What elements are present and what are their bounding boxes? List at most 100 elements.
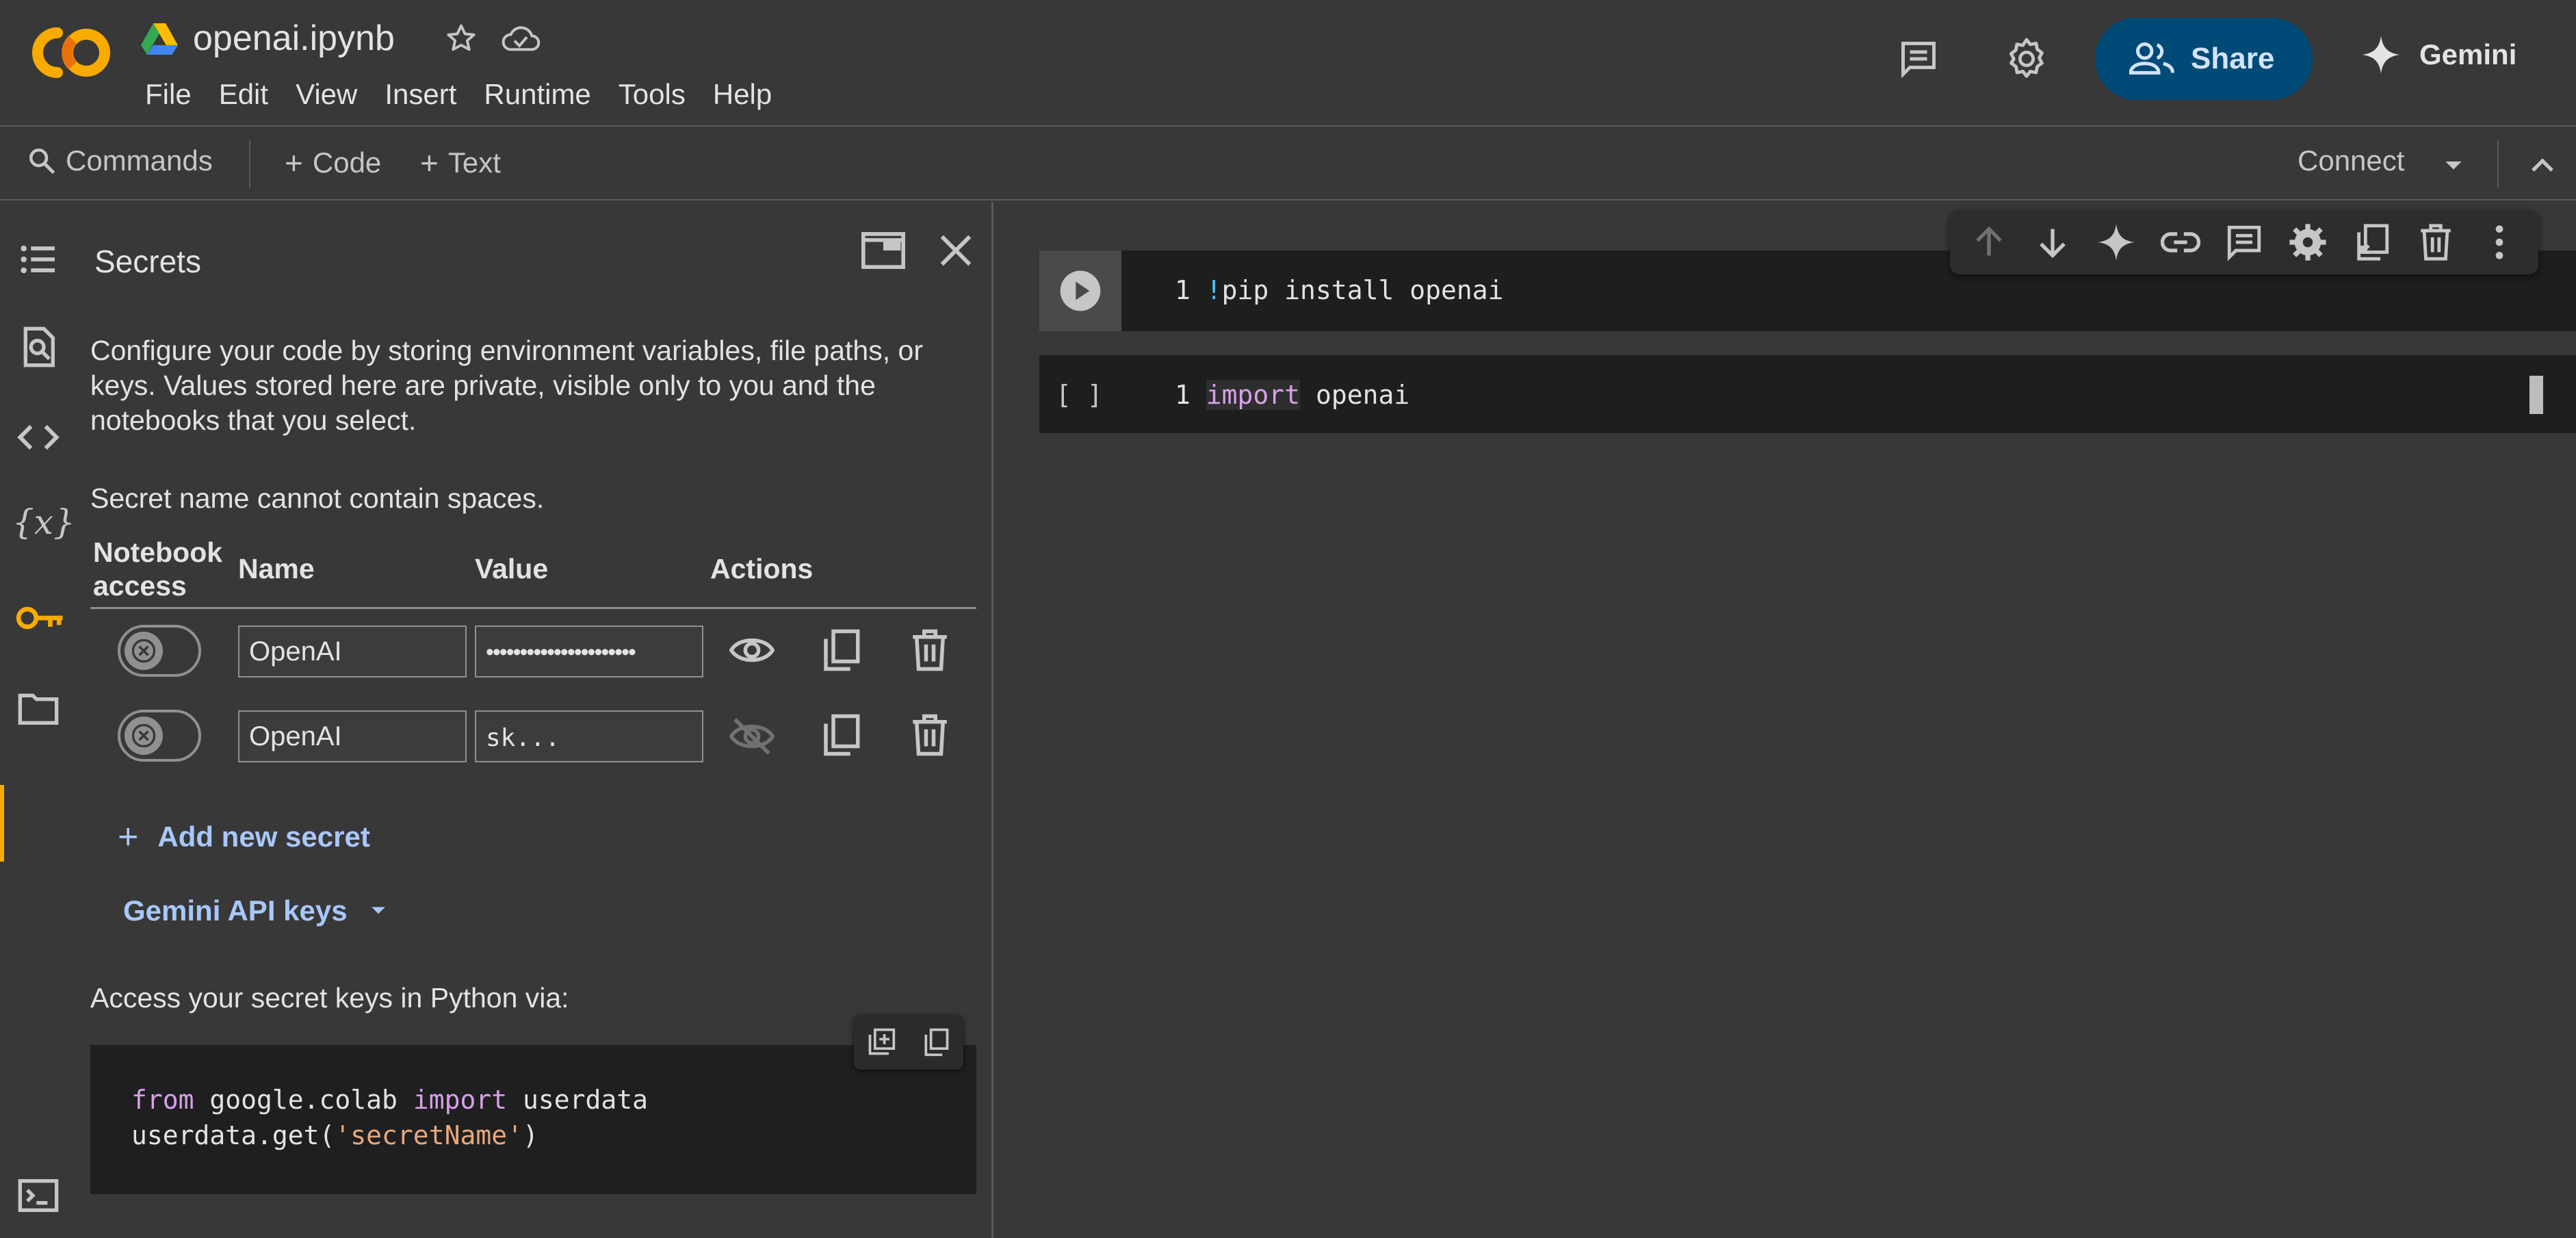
move-cell-up-icon[interactable] [1969, 222, 2009, 262]
chevron-down-icon [371, 907, 385, 914]
notebook-access-toggle[interactable] [118, 710, 201, 762]
find-in-page-icon[interactable] [16, 325, 60, 369]
key-icon[interactable] [15, 596, 64, 640]
comment-icon[interactable] [1897, 38, 1940, 79]
menu-insert[interactable]: Insert [371, 78, 470, 111]
copy-snippet-icon[interactable] [921, 1027, 951, 1057]
access-instructions: Access your secret keys in Python via: [90, 982, 569, 1014]
col-notebook-access: Notebook access [93, 537, 223, 602]
people-icon [2129, 42, 2174, 75]
hide-value-eye-off-icon[interactable] [729, 714, 775, 759]
search-icon [29, 148, 55, 175]
panel-description: Configure your code by storing environme… [90, 335, 923, 436]
link-icon[interactable] [2160, 222, 2200, 262]
cell-code-line: 1 !pip install openai [1175, 275, 1504, 305]
col-value: Value [475, 553, 549, 584]
plus-icon: + [285, 145, 303, 181]
add-new-secret-button[interactable]: + Add new secret [118, 817, 370, 857]
comment-icon[interactable] [2224, 222, 2264, 262]
share-button[interactable]: Share [2095, 18, 2313, 100]
more-options-icon[interactable] [2480, 222, 2519, 262]
share-label: Share [2191, 42, 2275, 75]
secrets-panel: Secrets Configure your code by storing e… [77, 202, 993, 1238]
code-snippets-icon[interactable] [16, 415, 60, 459]
delete-cell-trash-icon[interactable] [2416, 222, 2456, 262]
google-drive-icon[interactable] [141, 22, 178, 55]
close-icon[interactable] [937, 232, 974, 269]
delete-trash-icon[interactable] [907, 712, 952, 758]
open-in-tab-icon[interactable] [861, 231, 906, 270]
panel-title: Secrets [94, 244, 201, 279]
run-play-icon[interactable] [1058, 269, 1102, 313]
terminal-icon[interactable] [16, 1174, 60, 1217]
mirror-cell-tab-icon[interactable] [2352, 222, 2392, 262]
code-line-2: userdata.get('secretName') [131, 1120, 538, 1150]
menu-tools[interactable]: Tools [605, 78, 699, 111]
gemini-api-keys-label: Gemini API keys [123, 894, 348, 927]
show-value-eye-icon[interactable] [729, 628, 775, 673]
left-sidebar-rail: {x} [0, 202, 77, 1238]
active-tab-indicator [0, 785, 4, 862]
cloud-saved-icon[interactable] [501, 23, 541, 53]
col-name: Name [238, 553, 315, 584]
menu-help[interactable]: Help [699, 78, 785, 111]
run-cell-area [1039, 250, 1121, 331]
menu-view[interactable]: View [282, 78, 371, 111]
variables-icon[interactable]: {x} [12, 500, 75, 544]
add-text-button[interactable]: + Text [420, 144, 501, 181]
gemini-sparkle-icon[interactable] [2096, 222, 2136, 262]
add-code-button[interactable]: + Code [285, 144, 381, 181]
cell-settings-gear-icon[interactable] [2288, 222, 2328, 262]
menu-edit[interactable]: Edit [205, 78, 282, 111]
cell-code-line: 1 import openai [1175, 380, 1410, 410]
notebook-toolbar: Commands + Code + Text Connect [0, 128, 2576, 201]
files-folder-icon[interactable] [16, 686, 60, 730]
copy-icon[interactable] [818, 628, 863, 673]
top-header: openai.ipynb File Edit View Insert Runti… [0, 0, 2576, 127]
code-cell[interactable]: [ ] 1 import openai [1039, 355, 2576, 433]
name-rule-text: Secret name cannot contain spaces. [90, 482, 545, 514]
x-icon [132, 639, 155, 662]
cell-toolbar [1950, 210, 2538, 274]
toolbar-divider [2497, 140, 2499, 188]
add-new-secret-label: Add new secret [157, 821, 370, 853]
gemini-api-keys-dropdown[interactable]: Gemini API keys [123, 894, 390, 927]
gemini-sparkle-icon [2362, 36, 2400, 74]
col-actions: Actions [710, 553, 814, 584]
connect-dropdown-icon[interactable] [2440, 151, 2467, 179]
add-code-label: Code [312, 146, 382, 179]
toolbar-divider [249, 140, 250, 188]
connect-label: Connect [2298, 144, 2405, 177]
cell-run-status[interactable]: [ ] [1056, 380, 1103, 410]
code-line-1: from google.colab import userdata [131, 1085, 648, 1115]
plus-icon: + [118, 817, 139, 857]
table-of-contents-icon[interactable] [16, 237, 60, 281]
connect-button[interactable]: Connect [2298, 144, 2404, 177]
code-snippet-box: from google.colab import userdata userda… [90, 1045, 976, 1194]
commands-button[interactable]: Commands [27, 144, 213, 177]
settings-gear-icon[interactable] [2005, 37, 2048, 81]
secret-name-input[interactable]: OpenAI [238, 626, 467, 678]
menu-runtime[interactable]: Runtime [470, 78, 604, 111]
star-icon[interactable] [443, 21, 479, 56]
secret-value-input[interactable]: •••••••••••••••••••••• [475, 626, 703, 678]
insert-snippet-icon[interactable] [866, 1027, 896, 1057]
x-icon [132, 724, 155, 747]
copy-icon[interactable] [818, 712, 863, 758]
menu-bar: File Edit View Insert Runtime Tools Help [145, 78, 785, 111]
gemini-label: Gemini [2419, 38, 2517, 70]
notebook-access-toggle[interactable] [118, 625, 201, 677]
commands-label: Commands [66, 144, 213, 177]
notebook-title[interactable]: openai.ipynb [193, 18, 395, 59]
gemini-button[interactable]: Gemini [2360, 34, 2516, 75]
secret-value-input[interactable]: sk... [475, 710, 703, 762]
menu-file[interactable]: File [145, 78, 205, 111]
secret-name-input[interactable]: OpenAI [238, 710, 467, 762]
plus-icon: + [420, 145, 439, 181]
delete-trash-icon[interactable] [907, 628, 952, 673]
notebook-area: 1 !pip install openai [ ] 1 import opena… [996, 202, 2576, 1238]
collapse-header-icon[interactable] [2526, 149, 2559, 181]
colab-logo[interactable] [25, 25, 114, 81]
snippet-toolbar [854, 1015, 963, 1070]
move-cell-down-icon[interactable] [2033, 222, 2072, 262]
